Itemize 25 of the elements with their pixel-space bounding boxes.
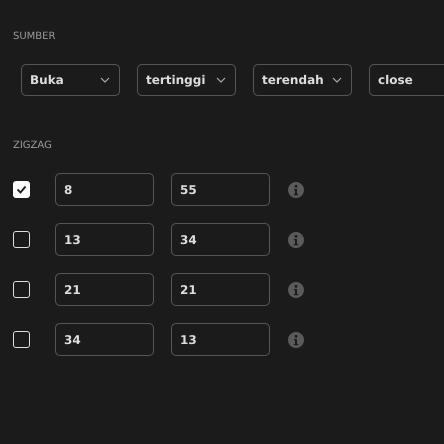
checkbox[interactable] [13, 231, 30, 248]
dropdown[interactable]: close [369, 64, 444, 96]
chevron-icon [100, 77, 110, 83]
input-field[interactable]: 13 [171, 323, 270, 356]
input-field[interactable]: 55 [171, 173, 270, 206]
checkbox[interactable] [13, 331, 30, 348]
section-heading: SUMBER [12, 31, 56, 42]
section-heading: ZIGZAG [12, 140, 53, 151]
input-field[interactable]: 8 [55, 173, 154, 206]
check-icon [16, 185, 27, 194]
info-icon[interactable] [288, 232, 304, 248]
input-field[interactable]: 21 [55, 273, 154, 306]
input-field[interactable]: 34 [171, 223, 270, 256]
chevron-icon [216, 77, 226, 83]
dropdown[interactable]: Buka [21, 64, 120, 96]
input-field[interactable]: 34 [55, 323, 154, 356]
info-icon[interactable] [288, 182, 304, 198]
input-field[interactable]: 13 [55, 223, 154, 256]
dropdown[interactable]: tertinggi [137, 64, 236, 96]
chevron-icon [332, 77, 342, 83]
info-icon[interactable] [288, 282, 304, 298]
checkbox[interactable] [13, 281, 30, 298]
info-icon[interactable] [288, 332, 304, 348]
dropdown[interactable]: terendah [253, 64, 352, 96]
input-field[interactable]: 21 [171, 273, 270, 306]
